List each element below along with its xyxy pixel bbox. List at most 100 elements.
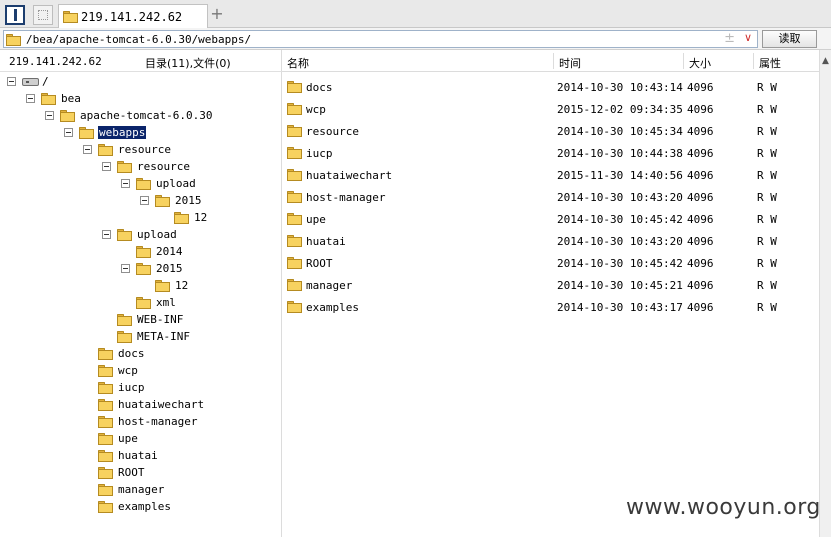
folder-icon xyxy=(98,144,113,156)
path-text: /bea/apache-tomcat-6.0.30/webapps/ xyxy=(26,33,252,46)
table-row[interactable]: wcp 2015-12-02 09:34:35 4096 R W xyxy=(282,98,819,120)
tab-connection[interactable]: 219.141.242.62 xyxy=(58,4,208,28)
cell-size: 4096 xyxy=(687,125,714,138)
table-row[interactable]: manager 2014-10-30 10:45:21 4096 R W xyxy=(282,274,819,296)
cell-size: 4096 xyxy=(687,81,714,94)
folder-icon xyxy=(98,501,113,513)
folder-icon xyxy=(287,191,302,203)
read-button[interactable]: 读取 xyxy=(762,30,817,48)
collapse-toggle-icon[interactable] xyxy=(140,196,149,205)
table-row[interactable]: upe 2014-10-30 10:45:42 4096 R W xyxy=(282,208,819,230)
tree-item-label: upload xyxy=(156,177,196,190)
cell-name: wcp xyxy=(306,103,326,116)
tree-item-label: / xyxy=(42,75,49,88)
cell-size: 4096 xyxy=(687,103,714,116)
cell-size: 4096 xyxy=(687,257,714,270)
folder-icon xyxy=(63,11,78,23)
vertical-scrollbar[interactable]: ▲ xyxy=(819,50,831,537)
path-input[interactable]: /bea/apache-tomcat-6.0.30/webapps/ ± ∨ xyxy=(3,30,758,48)
folder-icon xyxy=(287,103,302,115)
folder-icon xyxy=(98,467,113,479)
table-row[interactable]: huataiwechart 2015-11-30 14:40:56 4096 R W xyxy=(282,164,819,186)
dir-summary: 目录(11),文件(0) xyxy=(145,57,231,70)
tree-item-label: resource xyxy=(137,160,190,173)
new-tab-button[interactable]: + xyxy=(210,4,224,24)
folder-icon xyxy=(287,257,302,269)
column-divider[interactable] xyxy=(553,53,554,69)
folder-icon xyxy=(287,125,302,137)
chevron-down-icon[interactable]: ∨ xyxy=(744,31,752,44)
tree-item-label: 2015 xyxy=(175,194,202,207)
table-row[interactable]: docs 2014-10-30 10:43:14 4096 R W xyxy=(282,76,819,98)
column-attr[interactable]: 属性 xyxy=(759,55,781,71)
folder-icon xyxy=(136,178,151,190)
table-row[interactable]: iucp 2014-10-30 10:44:38 4096 R W xyxy=(282,142,819,164)
collapse-toggle-icon[interactable] xyxy=(26,94,35,103)
pin-icon[interactable]: ± xyxy=(724,31,735,46)
tree-item-label: docs xyxy=(118,347,145,360)
collapse-toggle-icon[interactable] xyxy=(83,145,92,154)
tree-item-label: examples xyxy=(118,500,171,513)
table-row[interactable]: huatai 2014-10-30 10:43:20 4096 R W xyxy=(282,230,819,252)
window-icon[interactable] xyxy=(33,5,53,25)
collapse-toggle-icon[interactable] xyxy=(45,111,54,120)
cell-name: host-manager xyxy=(306,191,386,204)
collapse-toggle-icon[interactable] xyxy=(7,77,16,86)
cell-name: examples xyxy=(306,301,359,314)
table-row[interactable]: ROOT 2014-10-30 10:45:42 4096 R W xyxy=(282,252,819,274)
column-divider[interactable] xyxy=(753,53,754,69)
tree-item-label: 12 xyxy=(175,279,189,292)
folder-icon xyxy=(98,450,113,462)
table-row[interactable]: host-manager 2014-10-30 10:43:20 4096 R W xyxy=(282,186,819,208)
cell-size: 4096 xyxy=(687,147,714,160)
cell-size: 4096 xyxy=(687,213,714,226)
cell-time: 2014-10-30 10:45:42 xyxy=(557,213,683,226)
cell-name: huataiwechart xyxy=(306,169,393,182)
folder-icon xyxy=(117,314,132,326)
cell-attr: R W xyxy=(757,213,777,226)
cell-size: 4096 xyxy=(687,301,714,314)
table-row[interactable]: examples 2014-10-30 10:43:17 4096 R W xyxy=(282,296,819,318)
cell-attr: R W xyxy=(757,125,777,138)
collapse-toggle-icon[interactable] xyxy=(121,264,130,273)
folder-icon xyxy=(287,279,302,291)
folder-icon xyxy=(98,399,113,411)
folder-icon xyxy=(79,127,94,139)
cell-size: 4096 xyxy=(687,279,714,292)
column-time[interactable]: 时间 xyxy=(559,55,581,71)
collapse-toggle-icon[interactable] xyxy=(102,230,111,239)
cell-size: 4096 xyxy=(687,169,714,182)
scroll-up-icon[interactable]: ▲ xyxy=(822,56,829,66)
folder-icon xyxy=(287,301,302,313)
tree-item-label: 2014 xyxy=(156,245,183,258)
collapse-toggle-icon[interactable] xyxy=(102,162,111,171)
cell-size: 4096 xyxy=(687,235,714,248)
tab-label: 219.141.242.62 xyxy=(81,10,183,24)
cell-time: 2014-10-30 10:43:14 xyxy=(557,81,683,94)
column-divider[interactable] xyxy=(683,53,684,69)
folder-icon xyxy=(98,382,113,394)
collapse-toggle-icon[interactable] xyxy=(64,128,73,137)
tree-item-label: resource xyxy=(118,143,171,156)
tree-item-label: upload xyxy=(137,228,177,241)
column-size[interactable]: 大小 xyxy=(689,55,711,71)
cell-name: manager xyxy=(306,279,353,292)
folder-icon xyxy=(155,280,170,292)
cell-name: iucp xyxy=(306,147,333,160)
column-name[interactable]: 名称 xyxy=(287,55,309,71)
folder-icon xyxy=(287,147,302,159)
folder-icon xyxy=(287,235,302,247)
folder-icon xyxy=(117,331,132,343)
cell-attr: R W xyxy=(757,147,777,160)
directory-tree-panel: 219.141.242.62 目录(11),文件(0) / bea apache-t… xyxy=(0,50,282,537)
tree-item-label: huatai xyxy=(118,449,158,462)
folder-icon xyxy=(60,110,75,122)
folder-icon xyxy=(98,416,113,428)
cell-name: upe xyxy=(306,213,326,226)
cell-time: 2014-10-30 10:45:42 xyxy=(557,257,683,270)
table-row[interactable]: resource 2014-10-30 10:45:34 4096 R W xyxy=(282,120,819,142)
collapse-toggle-icon[interactable] xyxy=(121,179,130,188)
tree-item-label: bea xyxy=(61,92,81,105)
sidebar-toggle-icon[interactable] xyxy=(5,5,25,25)
folder-icon xyxy=(98,365,113,377)
